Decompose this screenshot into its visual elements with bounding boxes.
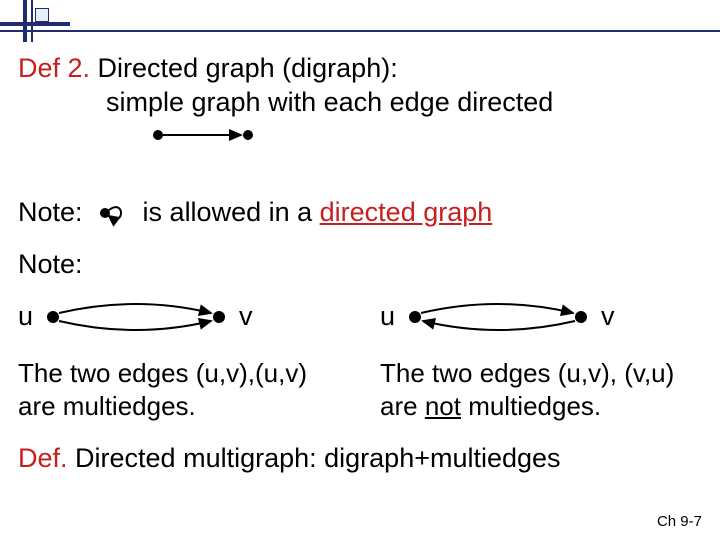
def2-heading: Def 2. Directed graph (digraph): (18, 52, 702, 86)
note1: Note: is allowed in a directed graph (18, 196, 702, 230)
note2-label: Note: (18, 248, 702, 282)
arrow-edge-icon (148, 126, 268, 144)
note1-text-b: directed graph (320, 197, 493, 227)
def2-body: simple graph with each edge directed (106, 86, 702, 120)
note1-label: Note: (18, 196, 83, 230)
def3-prefix: Def. (18, 443, 68, 473)
multiedge-opposite-dir-icon (403, 295, 593, 339)
def3-rest: Directed multigraph: digraph+multiedges (68, 443, 561, 473)
caption-right: The two edges (u,v), (v,u) are not multi… (380, 357, 702, 422)
caption-left: The two edges (u,v),(u,v) are multiedges… (18, 357, 340, 422)
uv-right: u v The two edg (380, 295, 702, 422)
self-loop-icon (93, 196, 133, 230)
def2-title: Directed graph (digraph): (90, 53, 398, 83)
caption-right-not: not (425, 391, 461, 421)
note1-text-a: is allowed in a (143, 197, 320, 227)
top-rule (70, 30, 720, 32)
u-label-right: u (380, 300, 395, 334)
uv-examples: u v The two edges (u,v),(u (18, 295, 702, 422)
v-label-right: v (601, 300, 615, 334)
def2-prefix: Def 2. (18, 53, 90, 83)
edge-illustration (148, 126, 702, 144)
slide-content: Def 2. Directed graph (digraph): simple … (18, 48, 702, 476)
caption-right-c: multiedges. (461, 391, 601, 421)
page-number: Ch 9-7 (657, 513, 702, 530)
corner-ornament (0, 0, 70, 42)
u-label-left: u (18, 300, 33, 334)
note1-text: is allowed in a directed graph (143, 196, 493, 230)
v-label-left: v (239, 300, 253, 334)
uv-left: u v The two edges (u,v),(u (18, 295, 340, 422)
def3: Def. Directed multigraph: digraph+multie… (18, 442, 702, 476)
multiedge-same-dir-icon (41, 295, 231, 339)
